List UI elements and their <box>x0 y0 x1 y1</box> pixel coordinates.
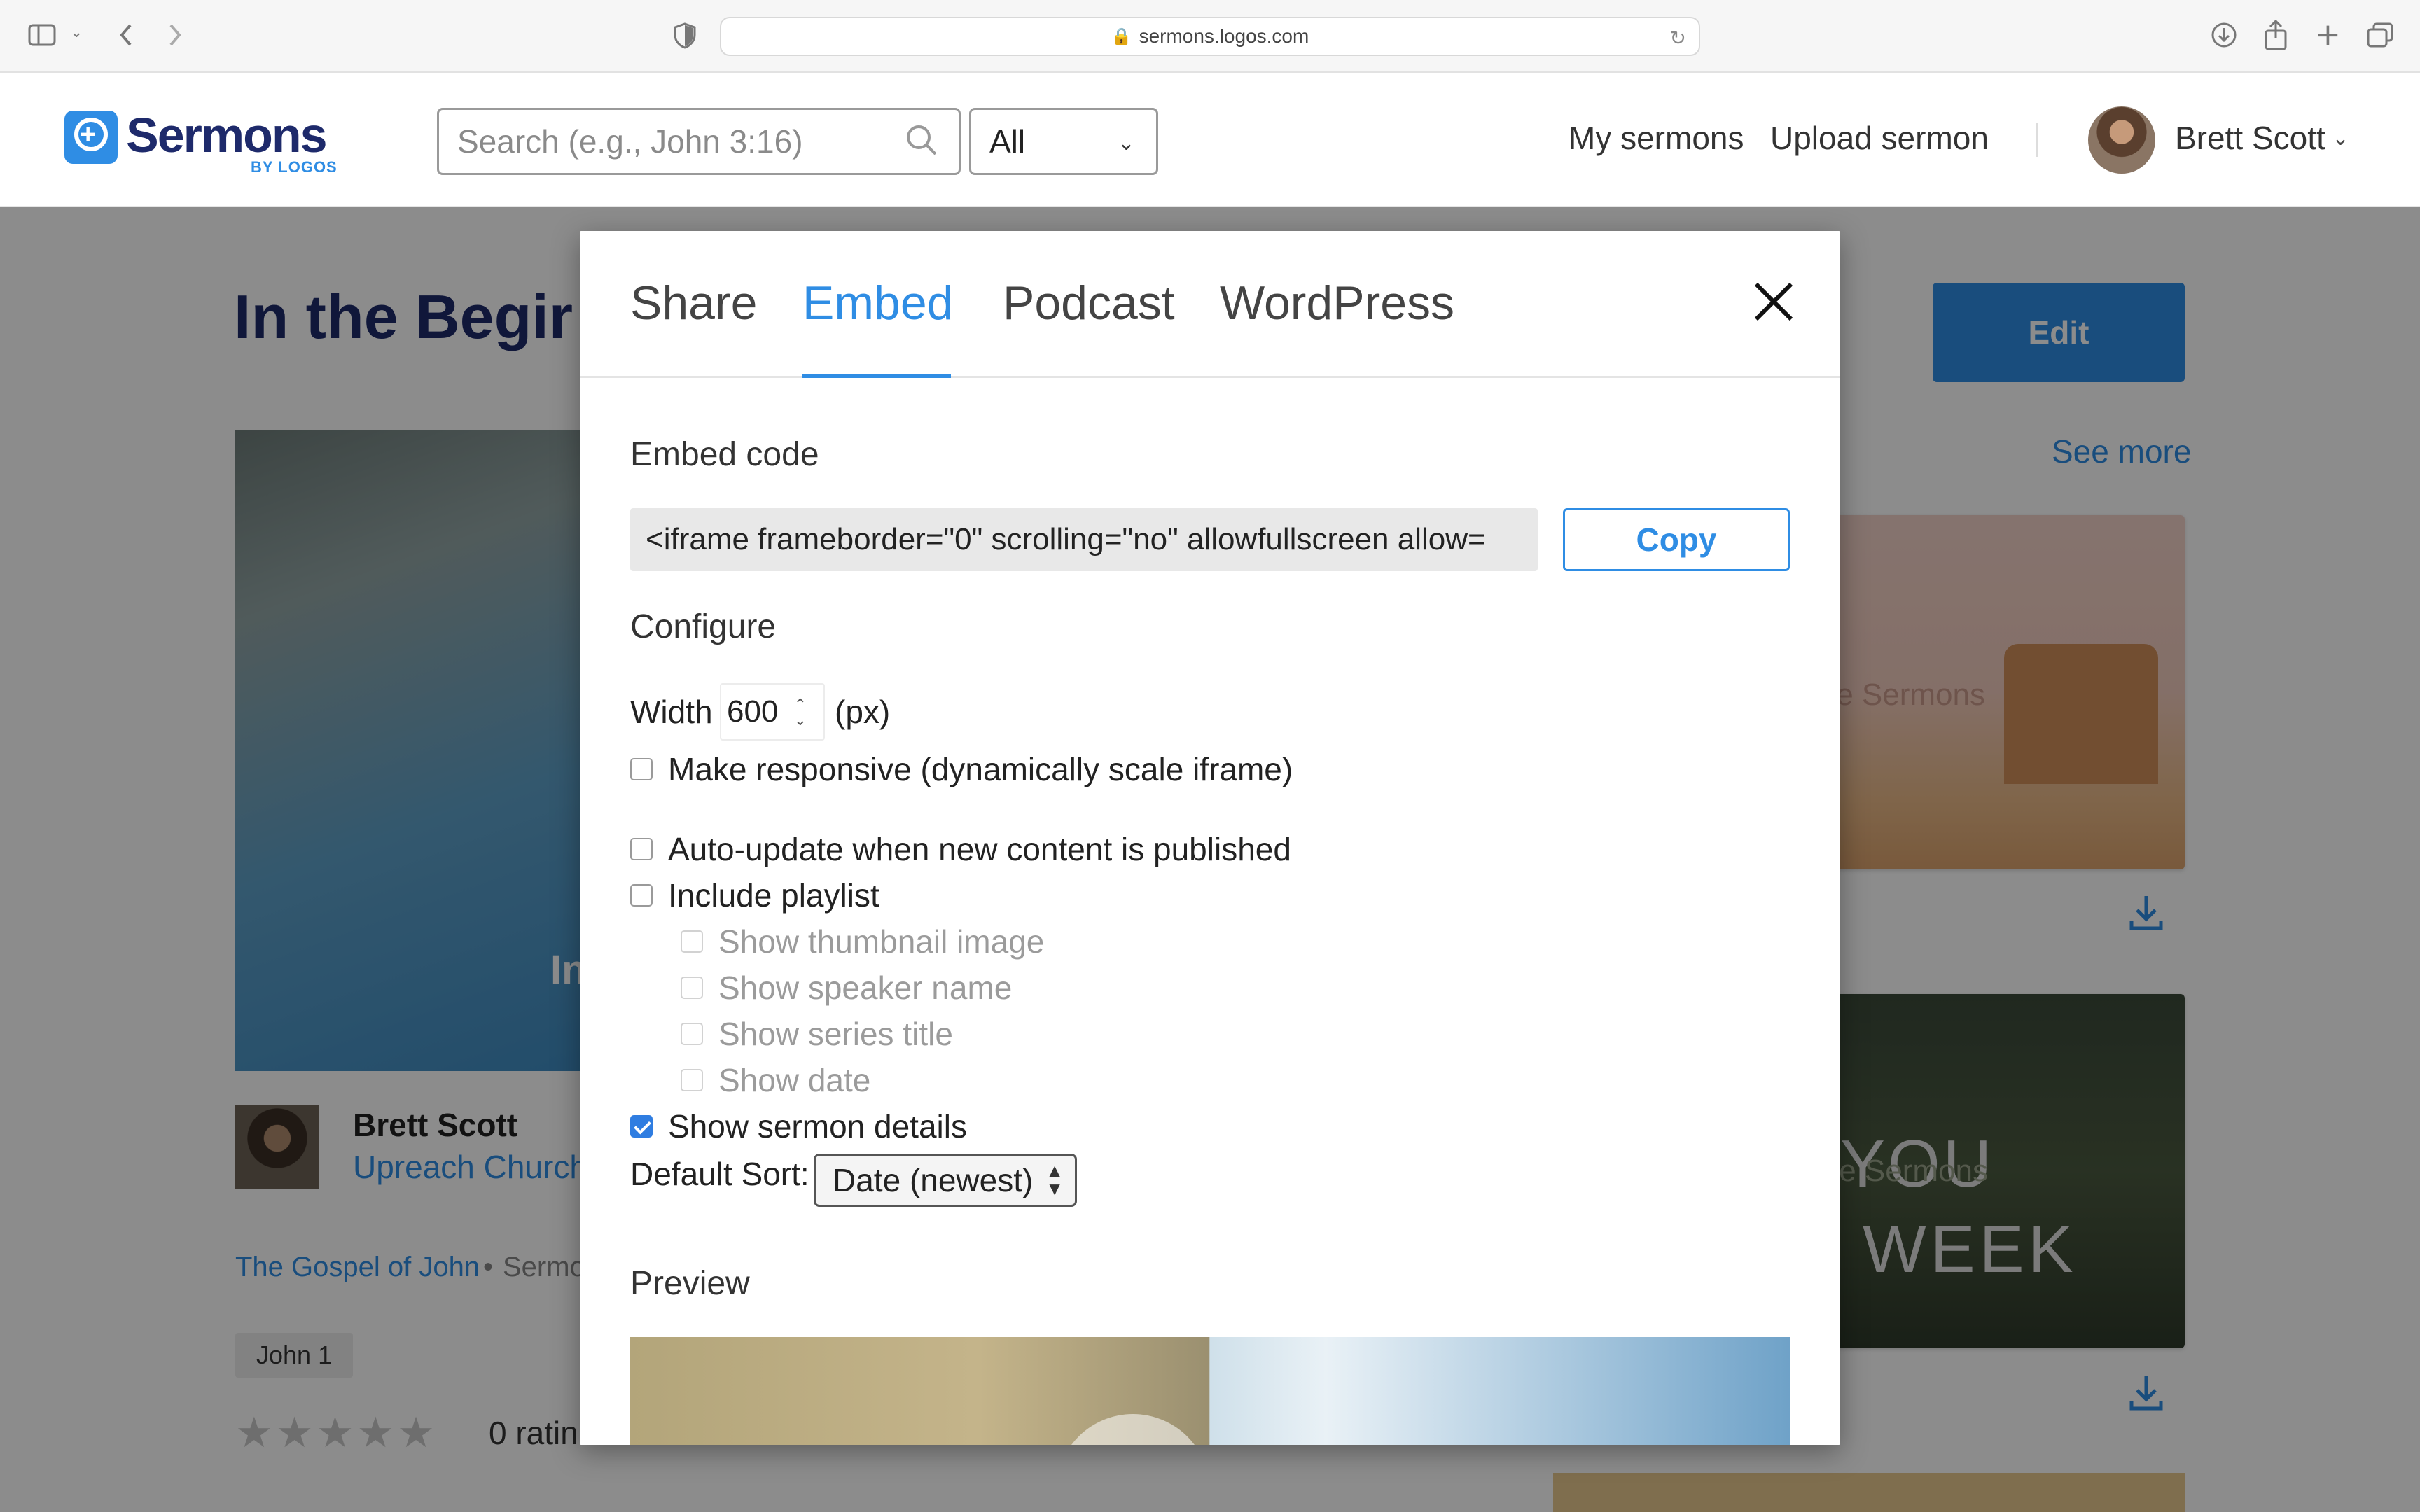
option-show-series-title: Show series title <box>681 1015 953 1053</box>
option-label: Show series title <box>718 1016 953 1052</box>
checkbox <box>681 930 703 953</box>
forward-icon[interactable] <box>165 21 185 53</box>
option-label: Show date <box>718 1062 871 1098</box>
checkbox[interactable] <box>630 838 653 860</box>
nav-divider <box>2036 123 2038 157</box>
chevron-down-icon[interactable]: ⌄ <box>2332 126 2349 150</box>
tab-share[interactable]: Share <box>630 276 757 330</box>
url-text: sermons.logos.com <box>1139 25 1309 47</box>
new-tab-icon[interactable]: + <box>2315 20 2341 50</box>
option-label: Show thumbnail image <box>718 923 1045 960</box>
search-filter-select[interactable]: All ⌄ <box>969 108 1158 175</box>
dialog-tabs: Share Embed Podcast WordPress <box>580 231 1840 378</box>
chevron-down-icon: ⌄ <box>1117 132 1135 155</box>
checkbox <box>681 976 703 999</box>
share-embed-dialog: Share Embed Podcast WordPress Embed code… <box>580 231 1840 1445</box>
default-sort-label: Default Sort: <box>630 1156 809 1192</box>
option-show-speaker-name: Show speaker name <box>681 969 1012 1007</box>
back-icon[interactable] <box>116 21 136 53</box>
tab-podcast[interactable]: Podcast <box>1003 276 1175 330</box>
width-value: 600 <box>727 694 779 729</box>
embed-code-field[interactable]: <iframe frameborder="0" scrolling="no" a… <box>630 508 1538 571</box>
preview-heading: Preview <box>630 1265 750 1302</box>
filter-selected-value: All <box>989 123 1026 160</box>
nav-upload-sermon[interactable]: Upload sermon <box>1770 119 1989 157</box>
option-label: Auto-update when new content is publishe… <box>668 831 1291 867</box>
width-input[interactable]: 600 ⌃ ⌄ <box>720 683 825 741</box>
configure-heading: Configure <box>630 608 777 645</box>
width-label: Width <box>630 694 713 730</box>
url-field[interactable]: 🔒 sermons.logos.com ↻ <box>720 17 1700 56</box>
option-make-responsive[interactable]: Make responsive (dynamically scale ifram… <box>630 750 1293 788</box>
user-name[interactable]: Brett Scott <box>2175 119 2325 157</box>
chevron-down-icon[interactable]: ⌄ <box>70 25 83 41</box>
search-box <box>437 108 961 175</box>
select-arrows-icon: ▲ ▼ <box>1045 1160 1064 1199</box>
stepper-icon[interactable]: ⌃ ⌄ <box>794 697 807 728</box>
sort-selected-value: Date (newest) <box>833 1162 1034 1198</box>
option-label: Show sermon details <box>668 1108 967 1144</box>
option-label: Include playlist <box>668 877 879 913</box>
option-label: Make responsive (dynamically scale ifram… <box>668 751 1293 788</box>
active-tab-indicator <box>802 374 951 378</box>
copy-button[interactable]: Copy <box>1563 508 1790 571</box>
logo-subtitle: BY LOGOS <box>251 158 338 176</box>
sidebar-icon[interactable] <box>28 24 56 50</box>
checkbox[interactable] <box>630 758 653 780</box>
reload-icon[interactable]: ↻ <box>1670 27 1686 50</box>
nav-my-sermons[interactable]: My sermons <box>1569 119 1744 157</box>
checkbox[interactable] <box>630 884 653 906</box>
default-sort-select[interactable]: Date (newest) ▲ ▼ <box>814 1154 1077 1207</box>
option-include-playlist[interactable]: Include playlist <box>630 876 879 914</box>
option-show-thumbnail: Show thumbnail image <box>681 923 1044 960</box>
sermons-logo-icon[interactable]: + <box>64 111 118 164</box>
tab-embed[interactable]: Embed <box>802 276 953 330</box>
checkbox <box>681 1069 703 1091</box>
browser-toolbar: ⌄ 🔒 sermons.logos.com ↻ + <box>0 0 2420 73</box>
user-avatar[interactable] <box>2088 106 2155 174</box>
checkbox-checked[interactable] <box>630 1115 653 1138</box>
logo-title[interactable]: Sermons <box>126 111 328 160</box>
lock-icon: 🔒 <box>1111 27 1132 46</box>
site-header <box>0 73 2420 207</box>
search-icon[interactable] <box>905 124 938 156</box>
search-input[interactable] <box>439 110 959 173</box>
tab-overview-icon[interactable] <box>2367 22 2393 52</box>
option-label: Show speaker name <box>718 969 1013 1006</box>
option-show-sermon-details[interactable]: Show sermon details <box>630 1107 967 1145</box>
embed-preview[interactable] <box>630 1337 1790 1445</box>
privacy-shield-icon[interactable] <box>674 22 696 53</box>
checkbox <box>681 1023 703 1045</box>
option-show-date: Show date <box>681 1061 870 1099</box>
close-icon[interactable] <box>1751 279 1797 325</box>
option-auto-update[interactable]: Auto-update when new content is publishe… <box>630 830 1291 868</box>
download-icon[interactable] <box>2210 21 2238 53</box>
share-icon[interactable] <box>2263 19 2288 55</box>
embed-code-label: Embed code <box>630 436 819 473</box>
tab-wordpress[interactable]: WordPress <box>1220 276 1454 330</box>
width-unit: (px) <box>835 694 891 730</box>
